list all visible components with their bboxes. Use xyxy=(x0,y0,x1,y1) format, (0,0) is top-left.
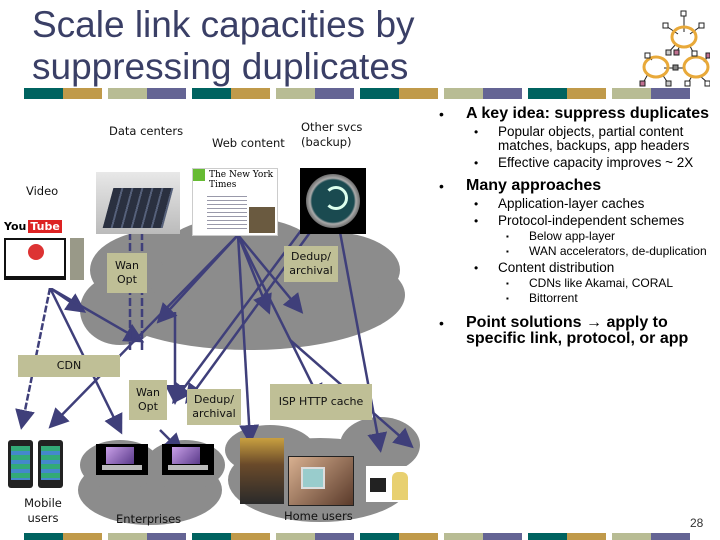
stripe-segment xyxy=(231,533,270,540)
label-video: Video xyxy=(26,184,59,198)
stripe-segment xyxy=(63,533,102,540)
smartphone-image xyxy=(8,440,33,488)
slide-title: Scale link capacities by suppressing dup… xyxy=(32,4,415,87)
label-web-content: Web content xyxy=(212,136,285,150)
stripe-segment xyxy=(483,88,522,99)
stripe-segment xyxy=(315,533,354,540)
stripe-segment xyxy=(528,533,567,540)
stripe-segment xyxy=(108,88,147,99)
stripe-segment xyxy=(108,533,147,540)
stripe-segment xyxy=(528,88,567,99)
label-data-centers: Data centers xyxy=(109,124,184,138)
stripe-segment xyxy=(231,88,270,99)
label-home-users: Home users xyxy=(284,509,353,523)
home-user-photo xyxy=(240,438,284,504)
label-mobile-users: Mobile users xyxy=(24,496,62,525)
stripe-segment xyxy=(315,88,354,99)
network-diagram: Data centers Web content Other svcs (bac… xyxy=(0,100,440,530)
stripe-segment xyxy=(651,88,690,99)
stripe-segment xyxy=(360,88,399,99)
bullet-level-2: Application-layer caches xyxy=(436,197,720,212)
decorative-stripe-top xyxy=(24,88,690,99)
wan-opt-box-top: Wan Opt xyxy=(107,253,147,293)
stripe-segment xyxy=(651,533,690,540)
label-enterprises: Enterprises xyxy=(116,512,182,526)
wan-opt-box-bottom: Wan Opt xyxy=(129,380,167,420)
cdn-box: CDN xyxy=(18,355,120,377)
stripe-segment xyxy=(147,88,186,99)
laptop-image xyxy=(162,444,214,475)
bullet-level-3: Bittorrent xyxy=(436,292,720,306)
bullet-level-3: Below app-layer xyxy=(436,230,720,244)
backup-clock-icon xyxy=(300,168,366,234)
youtube-video-image: You Tube xyxy=(2,216,84,288)
bullet-level-3: CDNs like Akamai, CORAL xyxy=(436,277,720,291)
bullet-level-2: Popular objects, partial content matches… xyxy=(436,125,720,153)
stripe-segment xyxy=(567,88,606,99)
bullet-level-2: Effective capacity improves ~ 2X xyxy=(436,156,720,171)
stripe-segment xyxy=(444,88,483,99)
stripe-segment xyxy=(399,533,438,540)
bullet-level-1: Many approaches xyxy=(436,178,720,195)
dedup-archival-box-top: Dedup/ archival xyxy=(284,246,338,282)
bullet-level-2: Protocol-independent schemes xyxy=(436,214,720,229)
home-user-photo xyxy=(366,466,412,502)
decorative-stripe-bottom xyxy=(24,533,690,540)
stripe-segment xyxy=(360,533,399,540)
network-rings-icon xyxy=(639,10,710,87)
label-other-svcs: Other svcs (backup) xyxy=(301,120,363,149)
stripe-segment xyxy=(567,533,606,540)
smartphone-image xyxy=(38,440,63,488)
bullet-level-2: Content distribution xyxy=(436,261,720,276)
bullet-list: A key idea: suppress duplicates Popular o… xyxy=(436,104,720,347)
stripe-segment xyxy=(276,88,315,99)
home-user-photo xyxy=(288,456,354,506)
stripe-segment xyxy=(24,88,63,99)
stripe-segment xyxy=(63,88,102,99)
stripe-segment xyxy=(612,533,651,540)
laptop-image xyxy=(96,444,148,475)
stripe-segment xyxy=(399,88,438,99)
dedup-archival-box-bottom: Dedup/ archival xyxy=(187,389,241,425)
stripe-segment xyxy=(147,533,186,540)
stripe-segment xyxy=(483,533,522,540)
page-number: 28 xyxy=(690,516,704,530)
isp-http-cache-box: ISP HTTP cache xyxy=(270,384,372,420)
stripe-segment xyxy=(192,533,231,540)
stripe-segment xyxy=(24,533,63,540)
stripe-segment xyxy=(192,88,231,99)
stripe-segment xyxy=(612,88,651,99)
stripe-segment xyxy=(276,533,315,540)
datacenter-racks-image xyxy=(96,172,180,234)
new-york-times-webpage-image: The New York Times xyxy=(192,168,278,236)
bullet-level-1: A key idea: suppress duplicates xyxy=(436,106,720,123)
stripe-segment xyxy=(444,533,483,540)
bullet-level-3: WAN accelerators, de-duplication xyxy=(436,245,720,259)
bullet-level-1: Point solutions → apply to specific link… xyxy=(436,315,720,347)
